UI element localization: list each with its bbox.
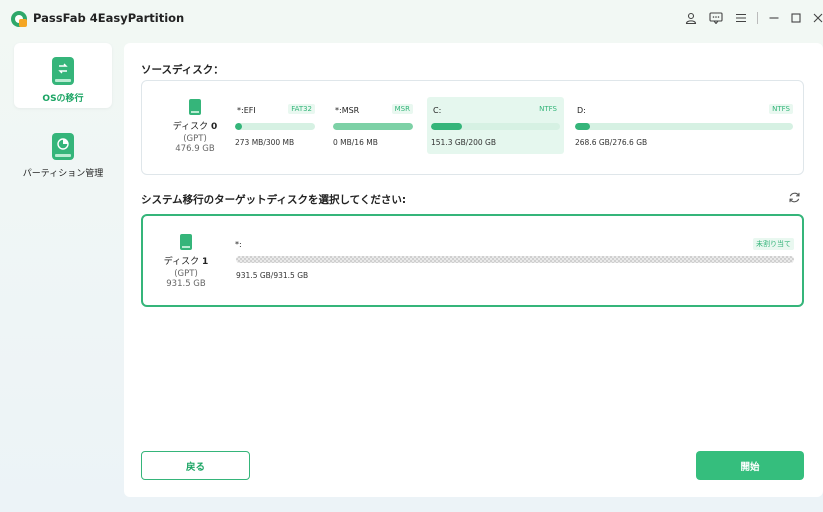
disk-type: (GPT) [174, 269, 198, 279]
disk-name-label: ディスク [172, 122, 209, 132]
sidebar-item-label: OSの移行 [42, 94, 84, 104]
partition-size: 268.6 GB/276.6 GB [575, 138, 648, 147]
partition-size: 0 MB/16 MB [333, 138, 378, 147]
partition-usage-bar [575, 123, 793, 130]
partition-manage-icon [52, 133, 74, 160]
disk-size: 476.9 GB [175, 144, 215, 154]
disk-icon [189, 99, 201, 115]
os-migrate-icon [52, 57, 74, 85]
partition-usage-fill [235, 123, 243, 130]
back-button[interactable]: 戻る [141, 451, 250, 480]
partition-fs: FAT32 [288, 104, 315, 114]
partition-usage-fill [575, 123, 591, 130]
disk-icon [180, 234, 192, 250]
sidebar-item-partition-manage[interactable]: パーティション管理 [14, 119, 112, 179]
close-icon[interactable] [809, 9, 823, 27]
partition-usage-fill [431, 123, 462, 130]
partition-fs: MSR [391, 104, 413, 114]
partition-efi[interactable]: *:EFI FAT32 273 MB/300 MB [231, 97, 319, 154]
disk-number: 1 [201, 257, 209, 267]
main-panel: ソースディスク： ディスク 0 (GPT) 476.9 GB *:EFI FAT… [124, 43, 823, 497]
unallocated-bar [236, 256, 794, 263]
partition-msr[interactable]: *:MSR MSR 0 MB/16 MB [329, 97, 417, 154]
disk-name: ディスク 0 [152, 119, 238, 132]
unallocated-badge: 未割り当て [753, 238, 794, 250]
app-logo-icon [11, 11, 27, 27]
titlebar-divider [757, 12, 758, 24]
partition-c[interactable]: C: NTFS 151.3 GB/200 GB [427, 97, 564, 154]
minimize-icon[interactable] [765, 9, 783, 27]
partition-size: 273 MB/300 MB [235, 138, 295, 147]
target-disk-title: システム移行のターゲットディスクを選択してください: [141, 194, 407, 206]
source-disk-card: ディスク 0 (GPT) 476.9 GB *:EFI FAT32 273 MB… [141, 80, 804, 175]
partition-d[interactable]: D: NTFS 268.6 GB/276.6 GB [571, 97, 797, 154]
partition-usage-fill [333, 123, 413, 130]
source-disk-info: ディスク 0 (GPT) 476.9 GB [152, 99, 238, 154]
user-icon[interactable] [682, 9, 700, 27]
disk-type: (GPT) [183, 134, 207, 144]
refresh-icon[interactable] [787, 191, 801, 205]
partition-name: *:MSR [335, 106, 360, 115]
partition-name: C: [433, 106, 442, 115]
sidebar-item-os-migrate[interactable]: OSの移行 [14, 43, 112, 108]
partition-name: *:EFI [237, 106, 256, 115]
source-disk-title: ソースディスク： [141, 64, 224, 76]
menu-icon[interactable] [732, 9, 750, 27]
app-title: PassFab 4EasyPartition [33, 11, 185, 25]
title-bar: PassFab 4EasyPartition [0, 0, 823, 36]
partition-usage-bar [431, 123, 560, 130]
feedback-icon[interactable] [707, 9, 725, 27]
partition-name: D: [577, 106, 586, 115]
partition-fs: NTFS [539, 105, 557, 113]
disk-number: 0 [210, 122, 218, 132]
disk-name: ディスク 1 [143, 254, 229, 267]
partition-usage-bar [333, 123, 413, 130]
start-button[interactable]: 開始 [696, 451, 804, 480]
target-partition-name: *: [235, 240, 242, 249]
disk-size: 931.5 GB [166, 279, 206, 289]
target-disk-card[interactable]: ディスク 1 (GPT) 931.5 GB *: 未割り当て 931.5 GB/… [141, 214, 804, 307]
sidebar-item-label: パーティション管理 [22, 169, 104, 179]
target-partition-size: 931.5 GB/931.5 GB [236, 271, 309, 280]
partition-size: 151.3 GB/200 GB [431, 138, 496, 147]
sidebar: OSの移行 パーティション管理 [0, 36, 118, 506]
target-disk-info: ディスク 1 (GPT) 931.5 GB [143, 234, 229, 289]
partition-fs: NTFS [769, 104, 793, 114]
partition-usage-bar [235, 123, 315, 130]
maximize-icon[interactable] [787, 9, 805, 27]
disk-name-label: ディスク [163, 257, 200, 267]
